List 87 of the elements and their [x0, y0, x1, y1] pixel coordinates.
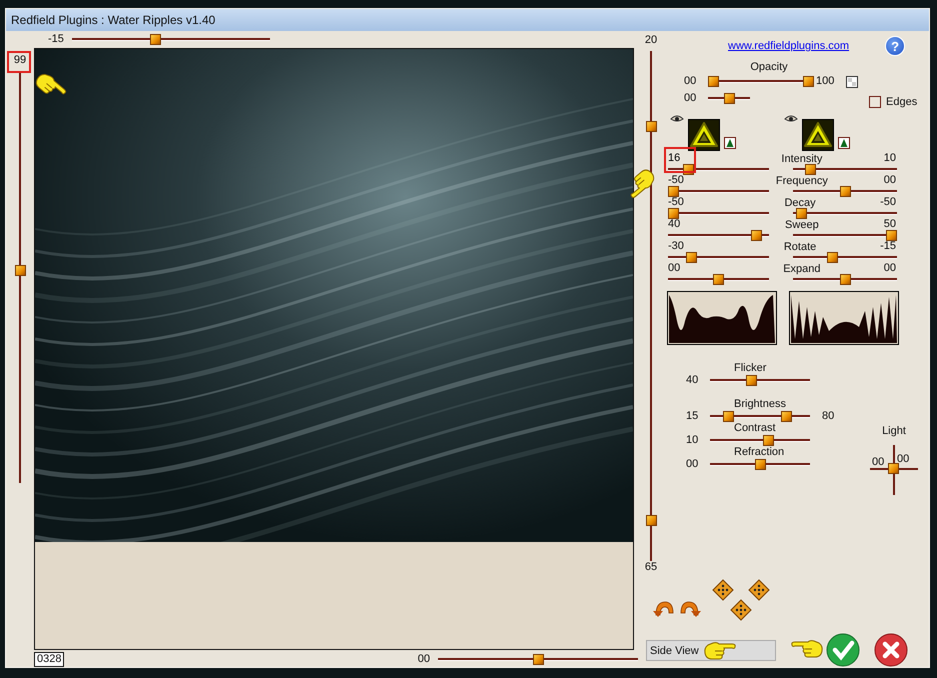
slider-value: -50 — [668, 174, 684, 186]
parameter-label: Sweep — [784, 218, 820, 230]
triangle-pattern-swatch[interactable] — [802, 119, 834, 151]
slider-value: -50 — [668, 196, 684, 208]
preview-size-field: 0328 — [34, 652, 64, 667]
slider-value: 50 — [884, 218, 896, 231]
slider-thumb[interactable] — [646, 120, 656, 132]
slider-value: 100 — [816, 75, 834, 88]
dice-icon[interactable] — [712, 579, 734, 601]
slider-thumb[interactable] — [723, 411, 734, 422]
slider-value: -15 — [880, 240, 896, 253]
slider-thumb[interactable] — [781, 411, 792, 422]
slider-thumb[interactable] — [646, 515, 656, 526]
slider-value: 10 — [686, 434, 700, 447]
parameter-label: Frequency — [774, 174, 829, 186]
slider-thumb[interactable] — [886, 230, 897, 241]
slider-thumb[interactable] — [750, 230, 762, 241]
slider-thumb[interactable] — [686, 252, 697, 263]
slider-thumb[interactable] — [840, 274, 850, 285]
slider-value: -30 — [668, 240, 684, 252]
parameter-label: Contrast — [734, 423, 777, 434]
parameter-label: Rotate — [782, 240, 818, 252]
cancel-button[interactable] — [874, 633, 908, 667]
slider-value: 40 — [668, 218, 680, 230]
parameter-label: Intensity — [780, 152, 824, 164]
slider-value: -50 — [880, 196, 896, 209]
tree-icon[interactable] — [724, 137, 736, 149]
opacity-label: Opacity — [749, 61, 789, 73]
parameter-label: Refraction — [734, 447, 786, 458]
slider-thumb[interactable] — [150, 34, 162, 45]
slider-value: 40 — [686, 374, 700, 387]
slider-thumb[interactable] — [668, 208, 679, 219]
slider-value: 10 — [884, 152, 896, 165]
checkerboard-icon — [846, 76, 858, 88]
ok-button[interactable] — [826, 633, 860, 667]
light-x-value: 00 — [872, 456, 884, 468]
slider-value: 00 — [686, 458, 700, 471]
edges-label: Edges — [886, 96, 918, 108]
website-link[interactable]: www.redfieldplugins.com — [728, 40, 850, 52]
slider-thumb[interactable] — [532, 654, 544, 665]
slider-thumb[interactable] — [668, 186, 679, 197]
slider-value: 00 — [684, 75, 698, 88]
curved-arrow-icon[interactable] — [652, 599, 676, 617]
slider-value: 99 — [12, 53, 28, 68]
highlight-frame — [664, 147, 696, 173]
slider-value: 15 — [686, 410, 700, 423]
eye-icon[interactable] — [670, 115, 684, 123]
slider-thumb[interactable] — [746, 375, 757, 386]
slider-thumb[interactable] — [708, 76, 719, 87]
dice-icon[interactable] — [730, 599, 752, 621]
slider-value: 20 — [644, 34, 658, 47]
view-mode-dropdown[interactable]: Side View — [646, 640, 776, 660]
slider-thumb[interactable] — [763, 435, 774, 446]
edges-checkbox[interactable] — [869, 96, 881, 108]
slider-value: 00 — [884, 174, 896, 187]
slider-thumb[interactable] — [796, 208, 807, 219]
tree-icon[interactable] — [838, 137, 850, 149]
light-position-control[interactable]: 00 00 — [870, 445, 918, 495]
slider-value: 16 — [668, 152, 680, 164]
slider-value: 65 — [644, 561, 658, 574]
slider-value: 00 — [418, 653, 430, 666]
dice-icon[interactable] — [748, 579, 770, 601]
slider-value: 00 — [884, 262, 896, 275]
slider-thumb[interactable] — [840, 186, 850, 197]
parameter-label: Flicker — [734, 363, 768, 374]
slider-thumb[interactable] — [754, 459, 766, 470]
slider-value: 80 — [822, 410, 834, 423]
parameter-label: Brightness — [734, 399, 787, 410]
triangle-pattern-swatch[interactable] — [688, 119, 720, 151]
curved-arrow-icon[interactable] — [678, 599, 702, 617]
pointing-hand-icon — [790, 637, 824, 659]
slider-thumb[interactable] — [805, 164, 816, 175]
parameter-label: Decay — [783, 196, 817, 208]
eye-icon[interactable] — [784, 115, 798, 123]
slider-thumb[interactable] — [713, 274, 724, 285]
light-handle[interactable] — [888, 463, 899, 474]
parameter-label: Expand — [782, 262, 822, 274]
slider-value: -15 — [48, 33, 64, 46]
slider-thumb[interactable] — [803, 76, 814, 87]
slider-value: 00 — [684, 92, 698, 105]
slider-thumb[interactable] — [14, 264, 26, 276]
light-y-value: 00 — [897, 453, 910, 465]
light-label: Light — [882, 425, 906, 437]
window-title: Redfield Plugins : Water Ripples v1.40 — [6, 9, 929, 31]
slider-value: 00 — [668, 262, 680, 274]
slider-thumb[interactable] — [827, 252, 838, 263]
slider-thumb[interactable] — [724, 93, 734, 104]
